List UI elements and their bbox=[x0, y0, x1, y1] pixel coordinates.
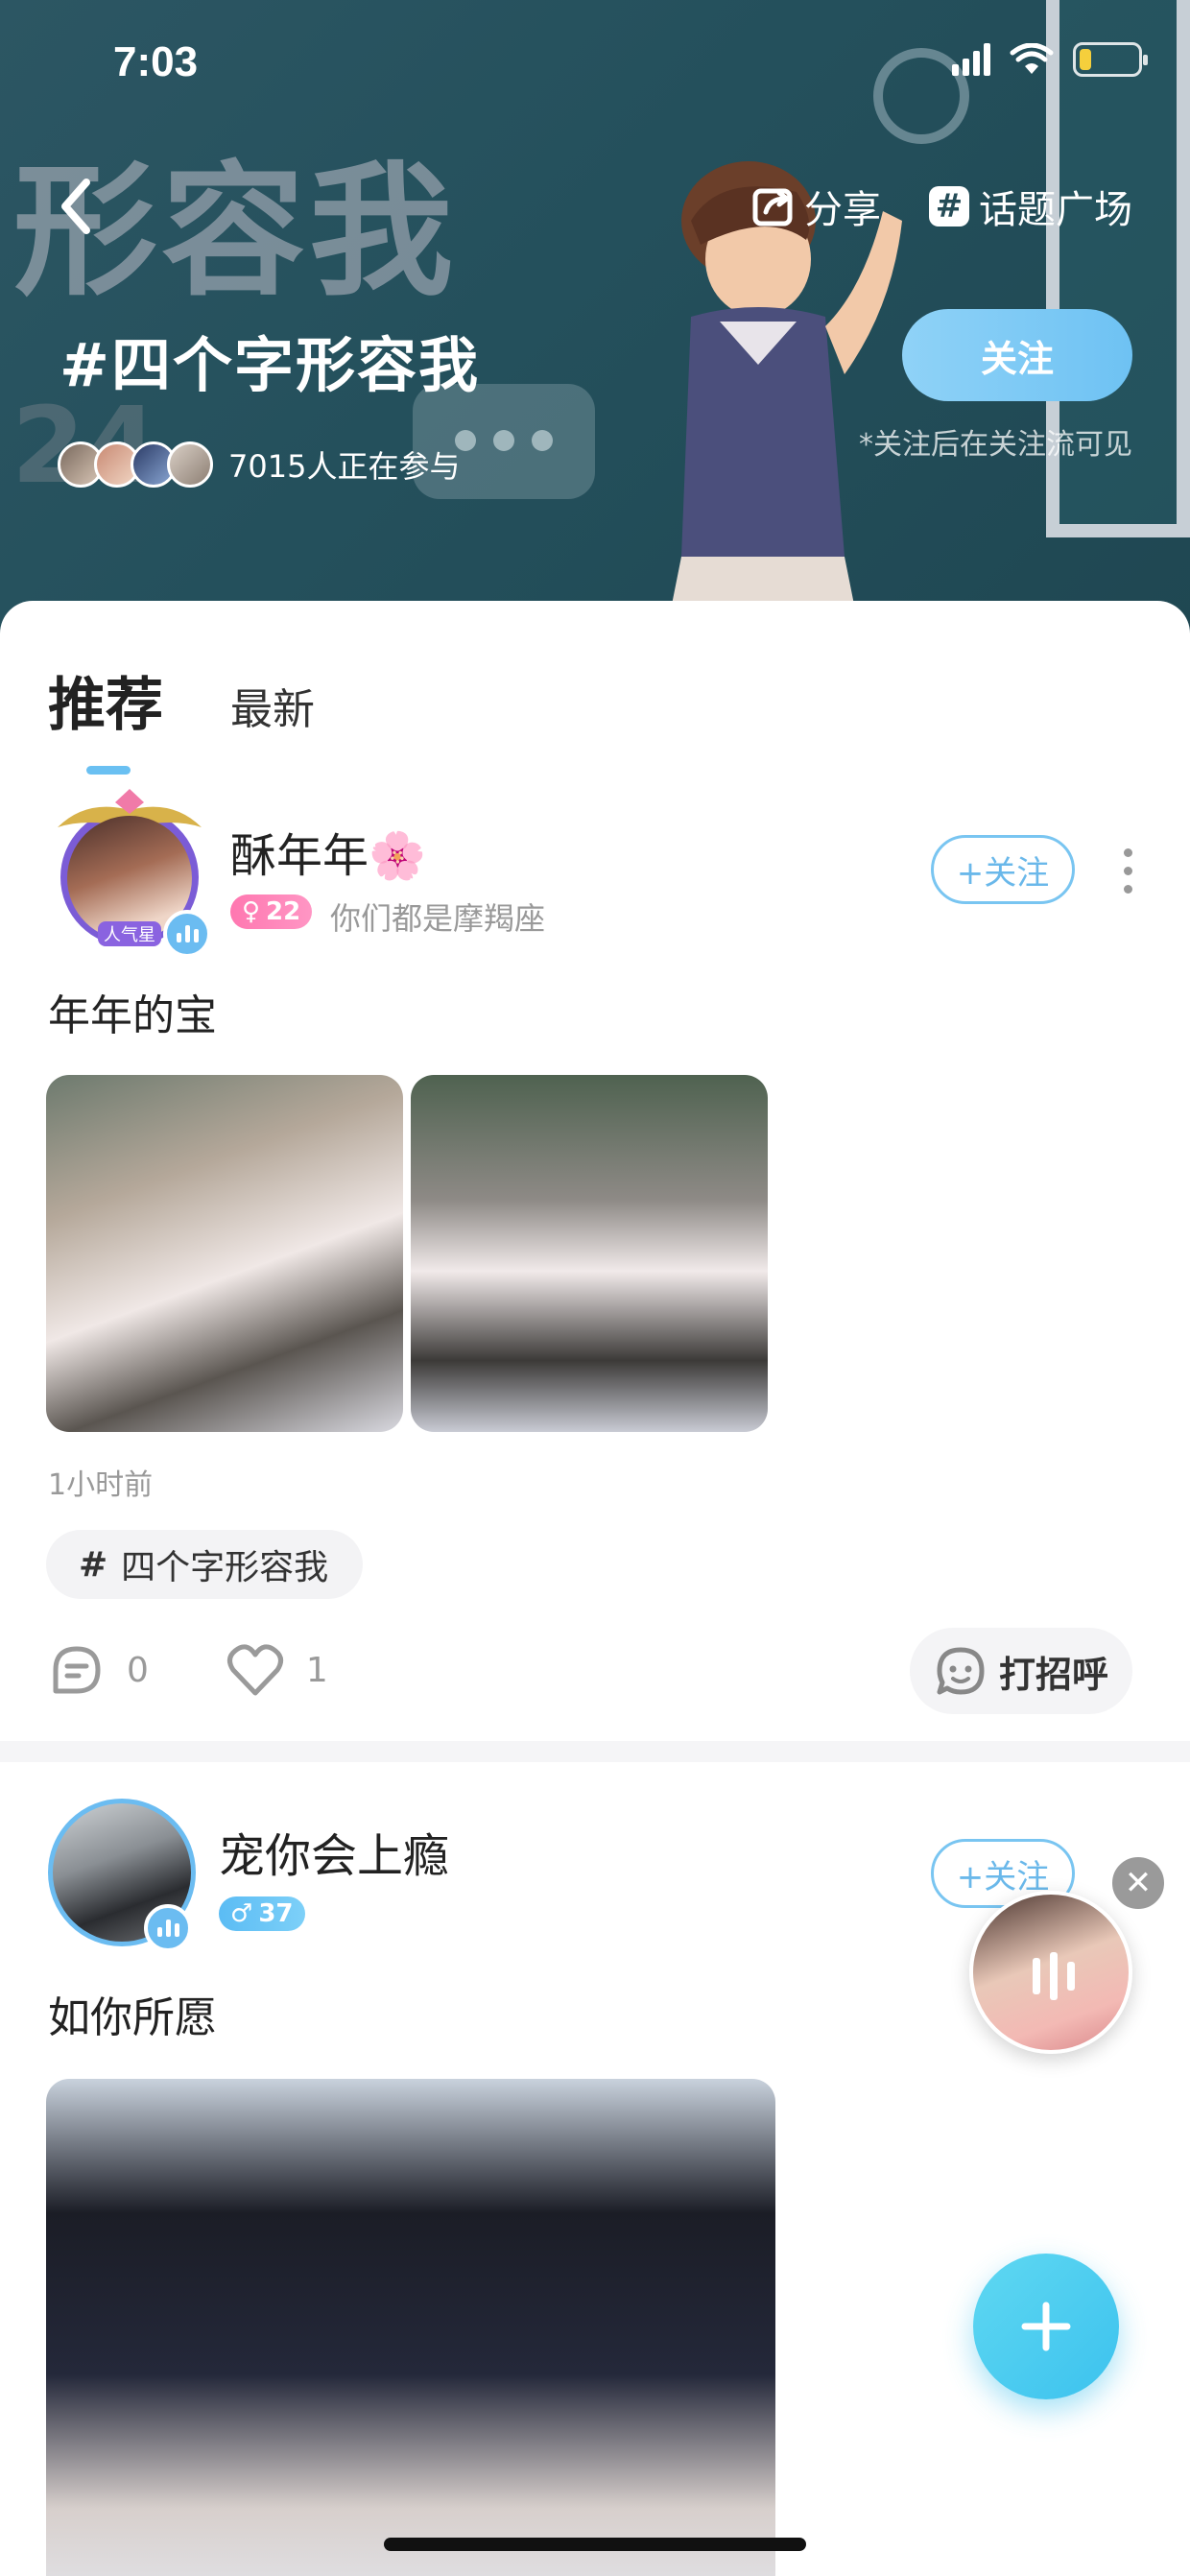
post-text: 如你所愿 bbox=[48, 1993, 217, 2042]
create-post-button[interactable] bbox=[973, 2254, 1119, 2399]
greet-label: 打招呼 bbox=[998, 1653, 1108, 1696]
participant-avatar bbox=[167, 441, 213, 488]
gender-age-tag: ♀ 22 bbox=[230, 894, 313, 929]
greet-icon bbox=[937, 1647, 985, 1695]
close-icon[interactable]: ✕ bbox=[1109, 1854, 1167, 1912]
topic-square-button[interactable]: # 话题广场 bbox=[929, 179, 1132, 234]
header-actions: 分享 # 话题广场 bbox=[752, 179, 1132, 234]
male-icon: ♂ bbox=[230, 1899, 253, 1928]
avatar[interactable] bbox=[48, 1797, 211, 1960]
follow-topic-button[interactable]: 关注 bbox=[902, 309, 1132, 401]
gender-age-tag: ♂ 37 bbox=[219, 1896, 305, 1931]
wifi-icon bbox=[1010, 43, 1054, 74]
topic-square-label: 话题广场 bbox=[979, 188, 1132, 232]
topic-chip[interactable]: # 四个字形容我 bbox=[46, 1530, 364, 1599]
share-label: 分享 bbox=[804, 188, 881, 232]
comment-button[interactable]: 0 bbox=[48, 1641, 149, 1699]
post-time: 1小时前 bbox=[48, 1468, 154, 1502]
user-name[interactable]: 宠你会上瘾 bbox=[219, 1818, 449, 1885]
heart-icon bbox=[226, 1644, 283, 1696]
rank-icon bbox=[163, 910, 211, 958]
status-icons bbox=[952, 42, 1148, 77]
participants-count: 7015人正在参与 bbox=[228, 448, 461, 485]
age: 22 bbox=[266, 897, 301, 926]
status-time: 7:03 bbox=[113, 38, 199, 85]
more-icon[interactable] bbox=[1121, 848, 1134, 894]
rank-icon bbox=[144, 1904, 192, 1952]
share-button[interactable]: 分享 bbox=[752, 179, 881, 234]
comment-icon bbox=[53, 1646, 101, 1694]
hash-icon: # bbox=[929, 186, 969, 227]
pause-icon bbox=[1033, 1952, 1075, 2000]
post-photo[interactable] bbox=[46, 2079, 775, 2576]
topic-title: #四个字形容我 bbox=[60, 330, 480, 400]
like-count: 1 bbox=[305, 1650, 328, 1690]
floating-voice-room[interactable] bbox=[969, 1891, 1132, 2054]
age: 37 bbox=[258, 1899, 294, 1928]
tab-latest[interactable]: 最新 bbox=[230, 675, 315, 742]
post-actions: 0 1 bbox=[48, 1641, 405, 1699]
home-indicator[interactable] bbox=[384, 2538, 806, 2551]
post-divider bbox=[0, 1741, 1190, 1762]
post-photo[interactable] bbox=[46, 1075, 403, 1432]
participants: 7015人正在参与 bbox=[58, 441, 460, 488]
battery-icon bbox=[1073, 42, 1148, 77]
follow-user-button[interactable]: +关注 bbox=[931, 835, 1075, 904]
post-text: 年年的宝 bbox=[48, 991, 217, 1040]
follow-hint: *关注后在关注流可见 bbox=[859, 428, 1132, 462]
hash-icon: # bbox=[79, 1544, 108, 1585]
tab-recommended[interactable]: 推荐 bbox=[48, 658, 163, 775]
topic-chip-label: 四个字形容我 bbox=[121, 1548, 329, 1587]
comment-count: 0 bbox=[127, 1650, 149, 1690]
back-icon[interactable] bbox=[48, 173, 106, 240]
plus-icon bbox=[1021, 2302, 1071, 2351]
user-name[interactable]: 酥年年🌸 bbox=[230, 818, 426, 885]
avatar[interactable]: 人气星 bbox=[48, 789, 211, 958]
avatar-badge: 人气星 bbox=[98, 921, 161, 946]
user-signature: 你们都是摩羯座 bbox=[330, 900, 546, 937]
feed-tabs: 推荐 最新 bbox=[48, 658, 315, 775]
greet-button[interactable]: 打招呼 bbox=[910, 1628, 1132, 1714]
like-button[interactable]: 1 bbox=[226, 1643, 328, 1697]
signal-icon bbox=[952, 43, 990, 76]
share-icon bbox=[752, 188, 793, 227]
post-photo[interactable] bbox=[411, 1075, 768, 1432]
female-icon: ♀ bbox=[242, 897, 261, 926]
